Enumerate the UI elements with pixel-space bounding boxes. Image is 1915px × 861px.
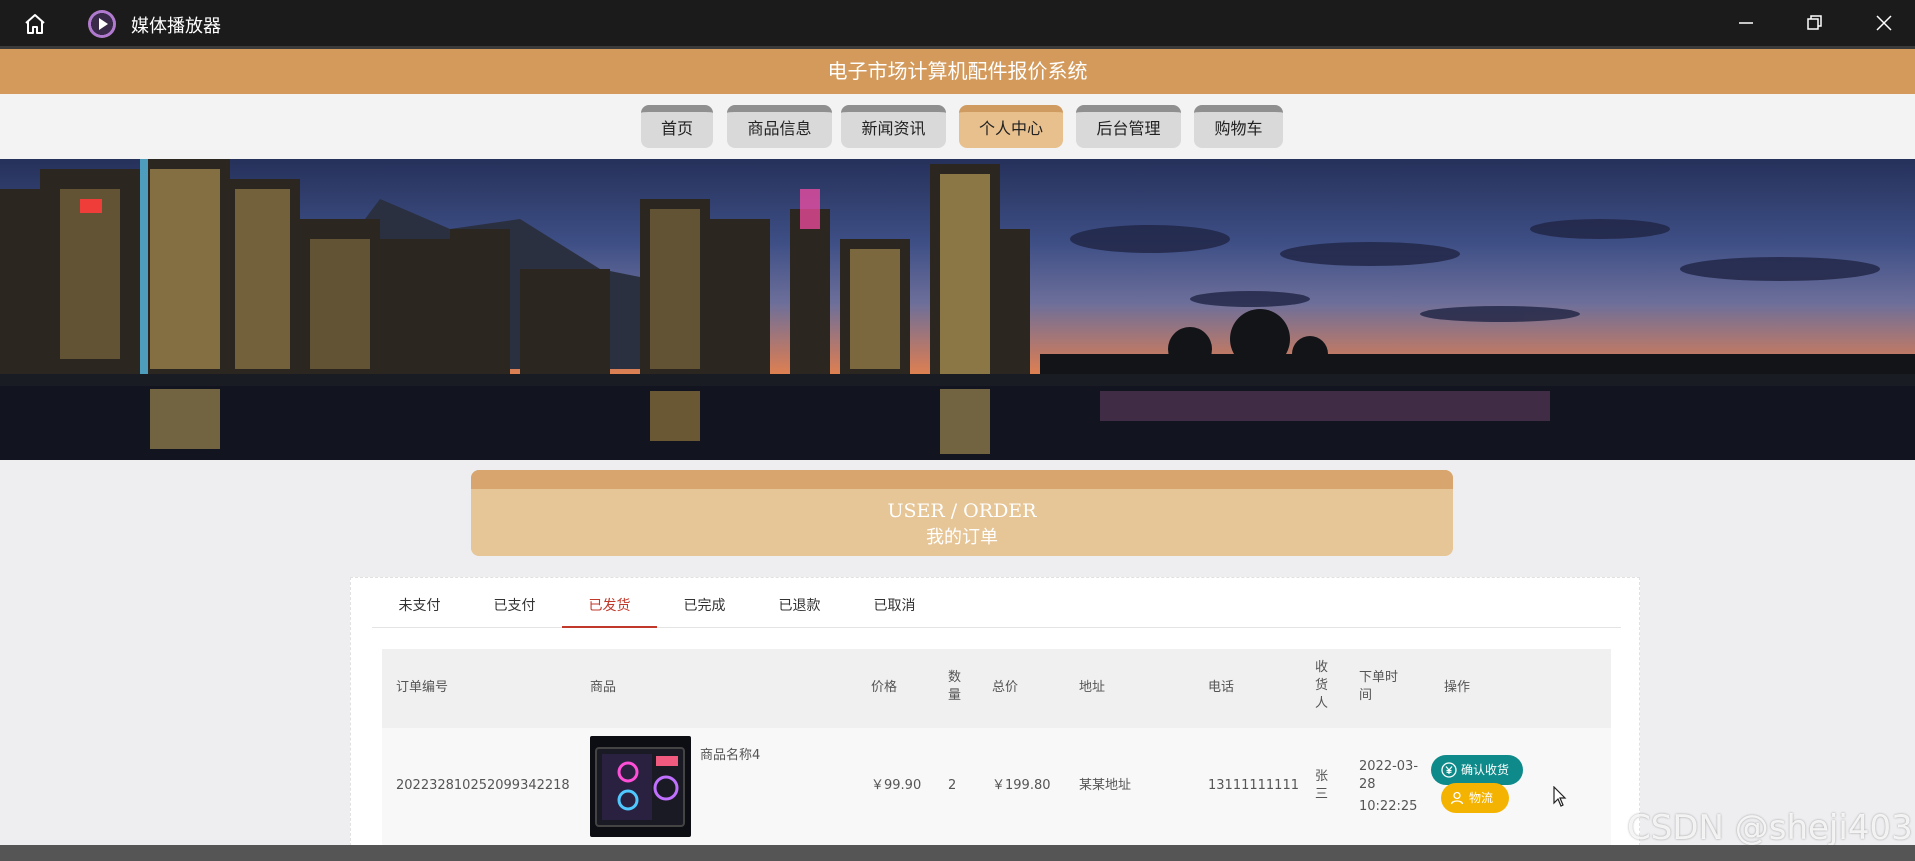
site-title: 电子市场计算机配件报价系统 xyxy=(827,59,1088,83)
order-date: 2022-03-28 xyxy=(1359,759,1419,792)
col-actions: 操作 xyxy=(1444,680,1471,695)
player-titlebar: 媒体播放器 xyxy=(0,0,1915,46)
receiver: 张三 xyxy=(1315,769,1329,802)
col-receiver: 收货人 xyxy=(1315,660,1329,711)
col-order-no: 订单编号 xyxy=(396,680,449,695)
col-total: 总价 xyxy=(992,680,1019,695)
nav-item-admin[interactable]: 后台管理 xyxy=(1076,105,1181,148)
tab-refunded[interactable]: 已退款 xyxy=(752,587,847,628)
col-address: 地址 xyxy=(1079,680,1106,695)
order-time: 10:22:25 xyxy=(1359,799,1418,814)
site-header: 电子市场计算机配件报价系统 xyxy=(0,46,1915,94)
table-row: 202232810252099342218 商品名称4 ￥99.90 2 ￥19… xyxy=(382,728,1611,861)
logistics-button[interactable]: 物流 xyxy=(1441,783,1509,813)
order-section-header: USER / ORDER 我的订单 xyxy=(471,470,1453,556)
home-icon[interactable] xyxy=(22,11,48,37)
tab-shipped[interactable]: 已发货 xyxy=(562,587,657,628)
player-title: 媒体播放器 xyxy=(131,16,221,37)
media-player-icon xyxy=(88,10,116,38)
tab-unpaid[interactable]: 未支付 xyxy=(372,587,467,628)
confirm-receipt-button[interactable]: 确认收货 xyxy=(1431,755,1523,785)
tab-completed[interactable]: 已完成 xyxy=(657,587,752,628)
tab-cancelled[interactable]: 已取消 xyxy=(847,587,942,628)
confirm-receipt-label: 确认收货 xyxy=(1461,763,1510,777)
main-nav: 首页 商品信息 新闻资讯 个人中心 后台管理 购物车 xyxy=(0,94,1915,159)
nav-item-news[interactable]: 新闻资讯 xyxy=(841,105,946,148)
order-status-tabs: 未支付 已支付 已发货 已完成 已退款 已取消 xyxy=(372,587,1621,628)
nav-item-products[interactable]: 商品信息 xyxy=(727,105,832,148)
order-table: 订单编号 商品 价格 数量 总价 地址 电话 收货人 下单时间 操作 20223… xyxy=(382,649,1611,861)
col-order-time: 下单时间 xyxy=(1359,670,1399,703)
quantity: 2 xyxy=(948,778,957,793)
restore-icon[interactable] xyxy=(1802,11,1826,35)
order-panel: 未支付 已支付 已发货 已完成 已退款 已取消 订单编号 商品 价格 数量 总价… xyxy=(350,577,1640,861)
col-quantity: 数量 xyxy=(948,670,962,703)
watermark: CSDN @sheji403 xyxy=(1627,808,1913,848)
minimize-icon[interactable] xyxy=(1734,11,1758,35)
total-price: ￥199.80 xyxy=(992,778,1051,793)
product-name[interactable]: 商品名称4 xyxy=(700,747,760,765)
address: 某某地址 xyxy=(1079,778,1132,793)
nav-item-cart[interactable]: 购物车 xyxy=(1194,105,1283,148)
product-thumbnail[interactable] xyxy=(590,736,691,837)
player-bottom-bar xyxy=(0,845,1915,861)
nav-item-home[interactable]: 首页 xyxy=(641,105,713,148)
col-price: 价格 xyxy=(871,680,898,695)
user-icon xyxy=(1450,791,1464,804)
price: ￥99.90 xyxy=(871,778,922,793)
table-header: 订单编号 商品 价格 数量 总价 地址 电话 收货人 下单时间 操作 xyxy=(382,649,1611,728)
header-strip xyxy=(471,470,1453,489)
city-banner-image xyxy=(0,159,1915,460)
logistics-label: 物流 xyxy=(1469,791,1494,805)
phone: 13111111111 xyxy=(1208,778,1299,793)
col-phone: 电话 xyxy=(1208,680,1235,695)
mouse-cursor-icon xyxy=(1553,786,1567,807)
order-number: 202232810252099342218 xyxy=(396,778,570,793)
order-header-en: USER / ORDER xyxy=(887,500,1037,522)
order-header-cn: 我的订单 xyxy=(926,527,998,548)
close-icon[interactable] xyxy=(1872,11,1896,35)
tab-paid[interactable]: 已支付 xyxy=(467,587,562,628)
col-product: 商品 xyxy=(590,680,617,695)
yen-icon xyxy=(1441,761,1457,778)
nav-item-personal-center[interactable]: 个人中心 xyxy=(959,105,1063,148)
